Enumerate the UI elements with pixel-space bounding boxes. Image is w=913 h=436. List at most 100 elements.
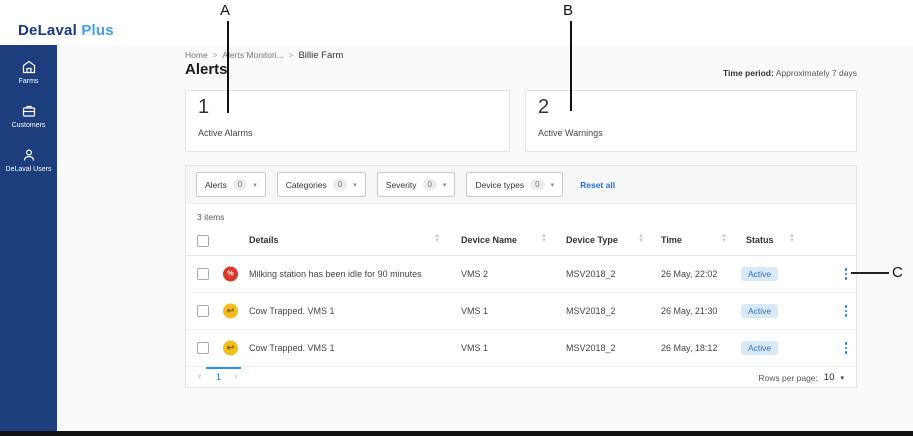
- status-badge[interactable]: Active: [741, 267, 778, 281]
- dropdown-label: Severity: [386, 180, 417, 190]
- sidebar-item-farms[interactable]: Farms: [0, 59, 57, 86]
- table-header-row: Details ▲▼ Device Name ▲▼ Device Type ▲▼…: [186, 226, 856, 256]
- select-all-checkbox[interactable]: [197, 235, 209, 247]
- logo-secondary: Plus: [81, 22, 113, 39]
- breadcrumb: Home > Alerts Monitori... > Billie Farm: [185, 50, 343, 61]
- dropdown-label: Device types: [475, 180, 524, 190]
- app-window: DeLaval Plus Farms Customers: [0, 0, 913, 436]
- filter-bar: Alerts 0 ▾ Categories 0 ▾ Severity 0 ▾ D…: [186, 166, 856, 204]
- column-header-details[interactable]: Details: [249, 235, 279, 245]
- sort-icon[interactable]: ▲▼: [638, 234, 644, 244]
- cell-details: Cow Trapped. VMS 1: [249, 306, 335, 316]
- alerts-filter-dropdown[interactable]: Alerts 0 ▾: [196, 172, 266, 197]
- annotation-line-a: [227, 21, 229, 113]
- time-period-value: Approximately 7 days: [774, 68, 857, 78]
- chevron-down-icon: ▾: [353, 181, 357, 189]
- rows-per-page-value[interactable]: 10: [824, 372, 835, 383]
- breadcrumb-separator: >: [213, 51, 218, 60]
- device-types-filter-dropdown[interactable]: Device types 0 ▾: [466, 172, 563, 197]
- cell-time: 26 May, 21:30: [661, 306, 717, 316]
- cell-details: Milking station has been idle for 90 min…: [249, 269, 422, 279]
- sort-icon[interactable]: ▲▼: [541, 234, 547, 244]
- table-row[interactable]: ↩ Cow Trapped. VMS 1 VMS 1 MSV2018_2 26 …: [186, 293, 856, 330]
- next-page-button[interactable]: ›: [234, 371, 237, 382]
- previous-page-button[interactable]: ‹: [198, 371, 201, 382]
- dropdown-count-badge: 0: [233, 179, 247, 190]
- table-row[interactable]: % Milking station has been idle for 90 m…: [186, 256, 856, 293]
- cell-device-type: MSV2018_2: [566, 306, 616, 316]
- sidebar-item-label: DeLaval Users: [6, 166, 52, 174]
- cell-device-name: VMS 1: [461, 343, 488, 353]
- annotation-line-b: [570, 21, 572, 111]
- cell-device-type: MSV2018_2: [566, 343, 616, 353]
- annotation-label-b: B: [563, 2, 573, 19]
- bottom-bar: [0, 431, 913, 436]
- row-checkbox[interactable]: [197, 305, 209, 317]
- breadcrumb-billie-farm[interactable]: Billie Farm: [298, 50, 343, 61]
- cell-time: 26 May, 18:12: [661, 343, 717, 353]
- dropdown-count-badge: 0: [333, 179, 347, 190]
- breadcrumb-home[interactable]: Home: [185, 50, 208, 60]
- column-header-status[interactable]: Status: [746, 235, 774, 245]
- logo-primary: DeLaval: [18, 22, 77, 39]
- cell-device-name: VMS 2: [461, 269, 488, 279]
- sidebar-nav: Farms Customers DeLaval Users: [0, 45, 57, 431]
- current-page-indicator: [206, 367, 241, 369]
- warning-severity-icon: ↩: [223, 304, 238, 319]
- annotation-label-a: A: [220, 2, 230, 19]
- farm-icon: [21, 59, 37, 75]
- row-menu-kebab-icon[interactable]: [841, 267, 851, 281]
- cell-details: Cow Trapped. VMS 1: [249, 343, 335, 353]
- column-header-time[interactable]: Time: [661, 235, 682, 245]
- categories-filter-dropdown[interactable]: Categories 0 ▾: [277, 172, 366, 197]
- dropdown-count-badge: 0: [530, 179, 544, 190]
- cell-time: 26 May, 22:02: [661, 269, 717, 279]
- delaval-plus-logo[interactable]: DeLaval Plus: [18, 22, 114, 39]
- alerts-table-card: Alerts 0 ▾ Categories 0 ▾ Severity 0 ▾ D…: [185, 165, 857, 388]
- briefcase-icon: [21, 103, 37, 119]
- row-menu-kebab-icon[interactable]: [841, 304, 851, 318]
- sidebar-item-customers[interactable]: Customers: [0, 103, 57, 130]
- cell-device-type: MSV2018_2: [566, 269, 616, 279]
- users-icon: [21, 147, 37, 163]
- dropdown-count-badge: 0: [423, 179, 437, 190]
- page-number-1[interactable]: 1: [216, 372, 221, 382]
- cell-device-name: VMS 1: [461, 306, 488, 316]
- sidebar-item-delaval-users[interactable]: DeLaval Users: [0, 147, 57, 174]
- rows-per-page: Rows per page: 10 ▾: [758, 372, 844, 383]
- pagination-bar: ‹ 1 › Rows per page: 10 ▾: [186, 367, 856, 388]
- active-alarms-card[interactable]: 1 Active Alarms: [185, 90, 510, 152]
- time-period-text: Time period: Approximately 7 days: [723, 68, 857, 78]
- sidebar-item-label: Customers: [12, 122, 46, 130]
- row-checkbox[interactable]: [197, 342, 209, 354]
- status-badge[interactable]: Active: [741, 304, 778, 318]
- row-menu-kebab-icon[interactable]: [841, 341, 851, 355]
- severity-filter-dropdown[interactable]: Severity 0 ▾: [377, 172, 456, 197]
- active-alarms-label: Active Alarms: [198, 128, 253, 138]
- table-row[interactable]: ↩ Cow Trapped. VMS 1 VMS 1 MSV2018_2 26 …: [186, 330, 856, 367]
- annotation-line-c: [851, 272, 889, 274]
- items-count: 3 items: [197, 212, 224, 222]
- top-header: DeLaval Plus: [0, 0, 913, 45]
- sort-icon[interactable]: ▲▼: [789, 234, 795, 244]
- sort-icon[interactable]: ▲▼: [721, 234, 727, 244]
- active-warnings-card[interactable]: 2 Active Warnings: [525, 90, 857, 152]
- breadcrumb-alerts-monitoring[interactable]: Alerts Monitori...: [222, 50, 283, 60]
- chevron-down-icon[interactable]: ▾: [840, 374, 844, 382]
- alarm-severity-icon: %: [223, 267, 238, 282]
- active-warnings-label: Active Warnings: [538, 128, 603, 138]
- column-header-device-type[interactable]: Device Type: [566, 235, 618, 245]
- sort-icon[interactable]: ▲▼: [434, 234, 440, 244]
- page-title: Alerts: [185, 61, 228, 78]
- rows-per-page-label: Rows per page:: [758, 373, 818, 383]
- dropdown-label: Categories: [286, 180, 327, 190]
- chevron-down-icon: ▾: [443, 181, 447, 189]
- chevron-down-icon: ▾: [253, 181, 257, 189]
- row-checkbox[interactable]: [197, 268, 209, 280]
- status-badge[interactable]: Active: [741, 341, 778, 355]
- time-period-label: Time period:: [723, 68, 774, 78]
- annotation-label-c: C: [892, 264, 903, 281]
- reset-all-link[interactable]: Reset all: [580, 180, 615, 190]
- active-alarms-count: 1: [198, 96, 209, 119]
- column-header-device-name[interactable]: Device Name: [461, 235, 517, 245]
